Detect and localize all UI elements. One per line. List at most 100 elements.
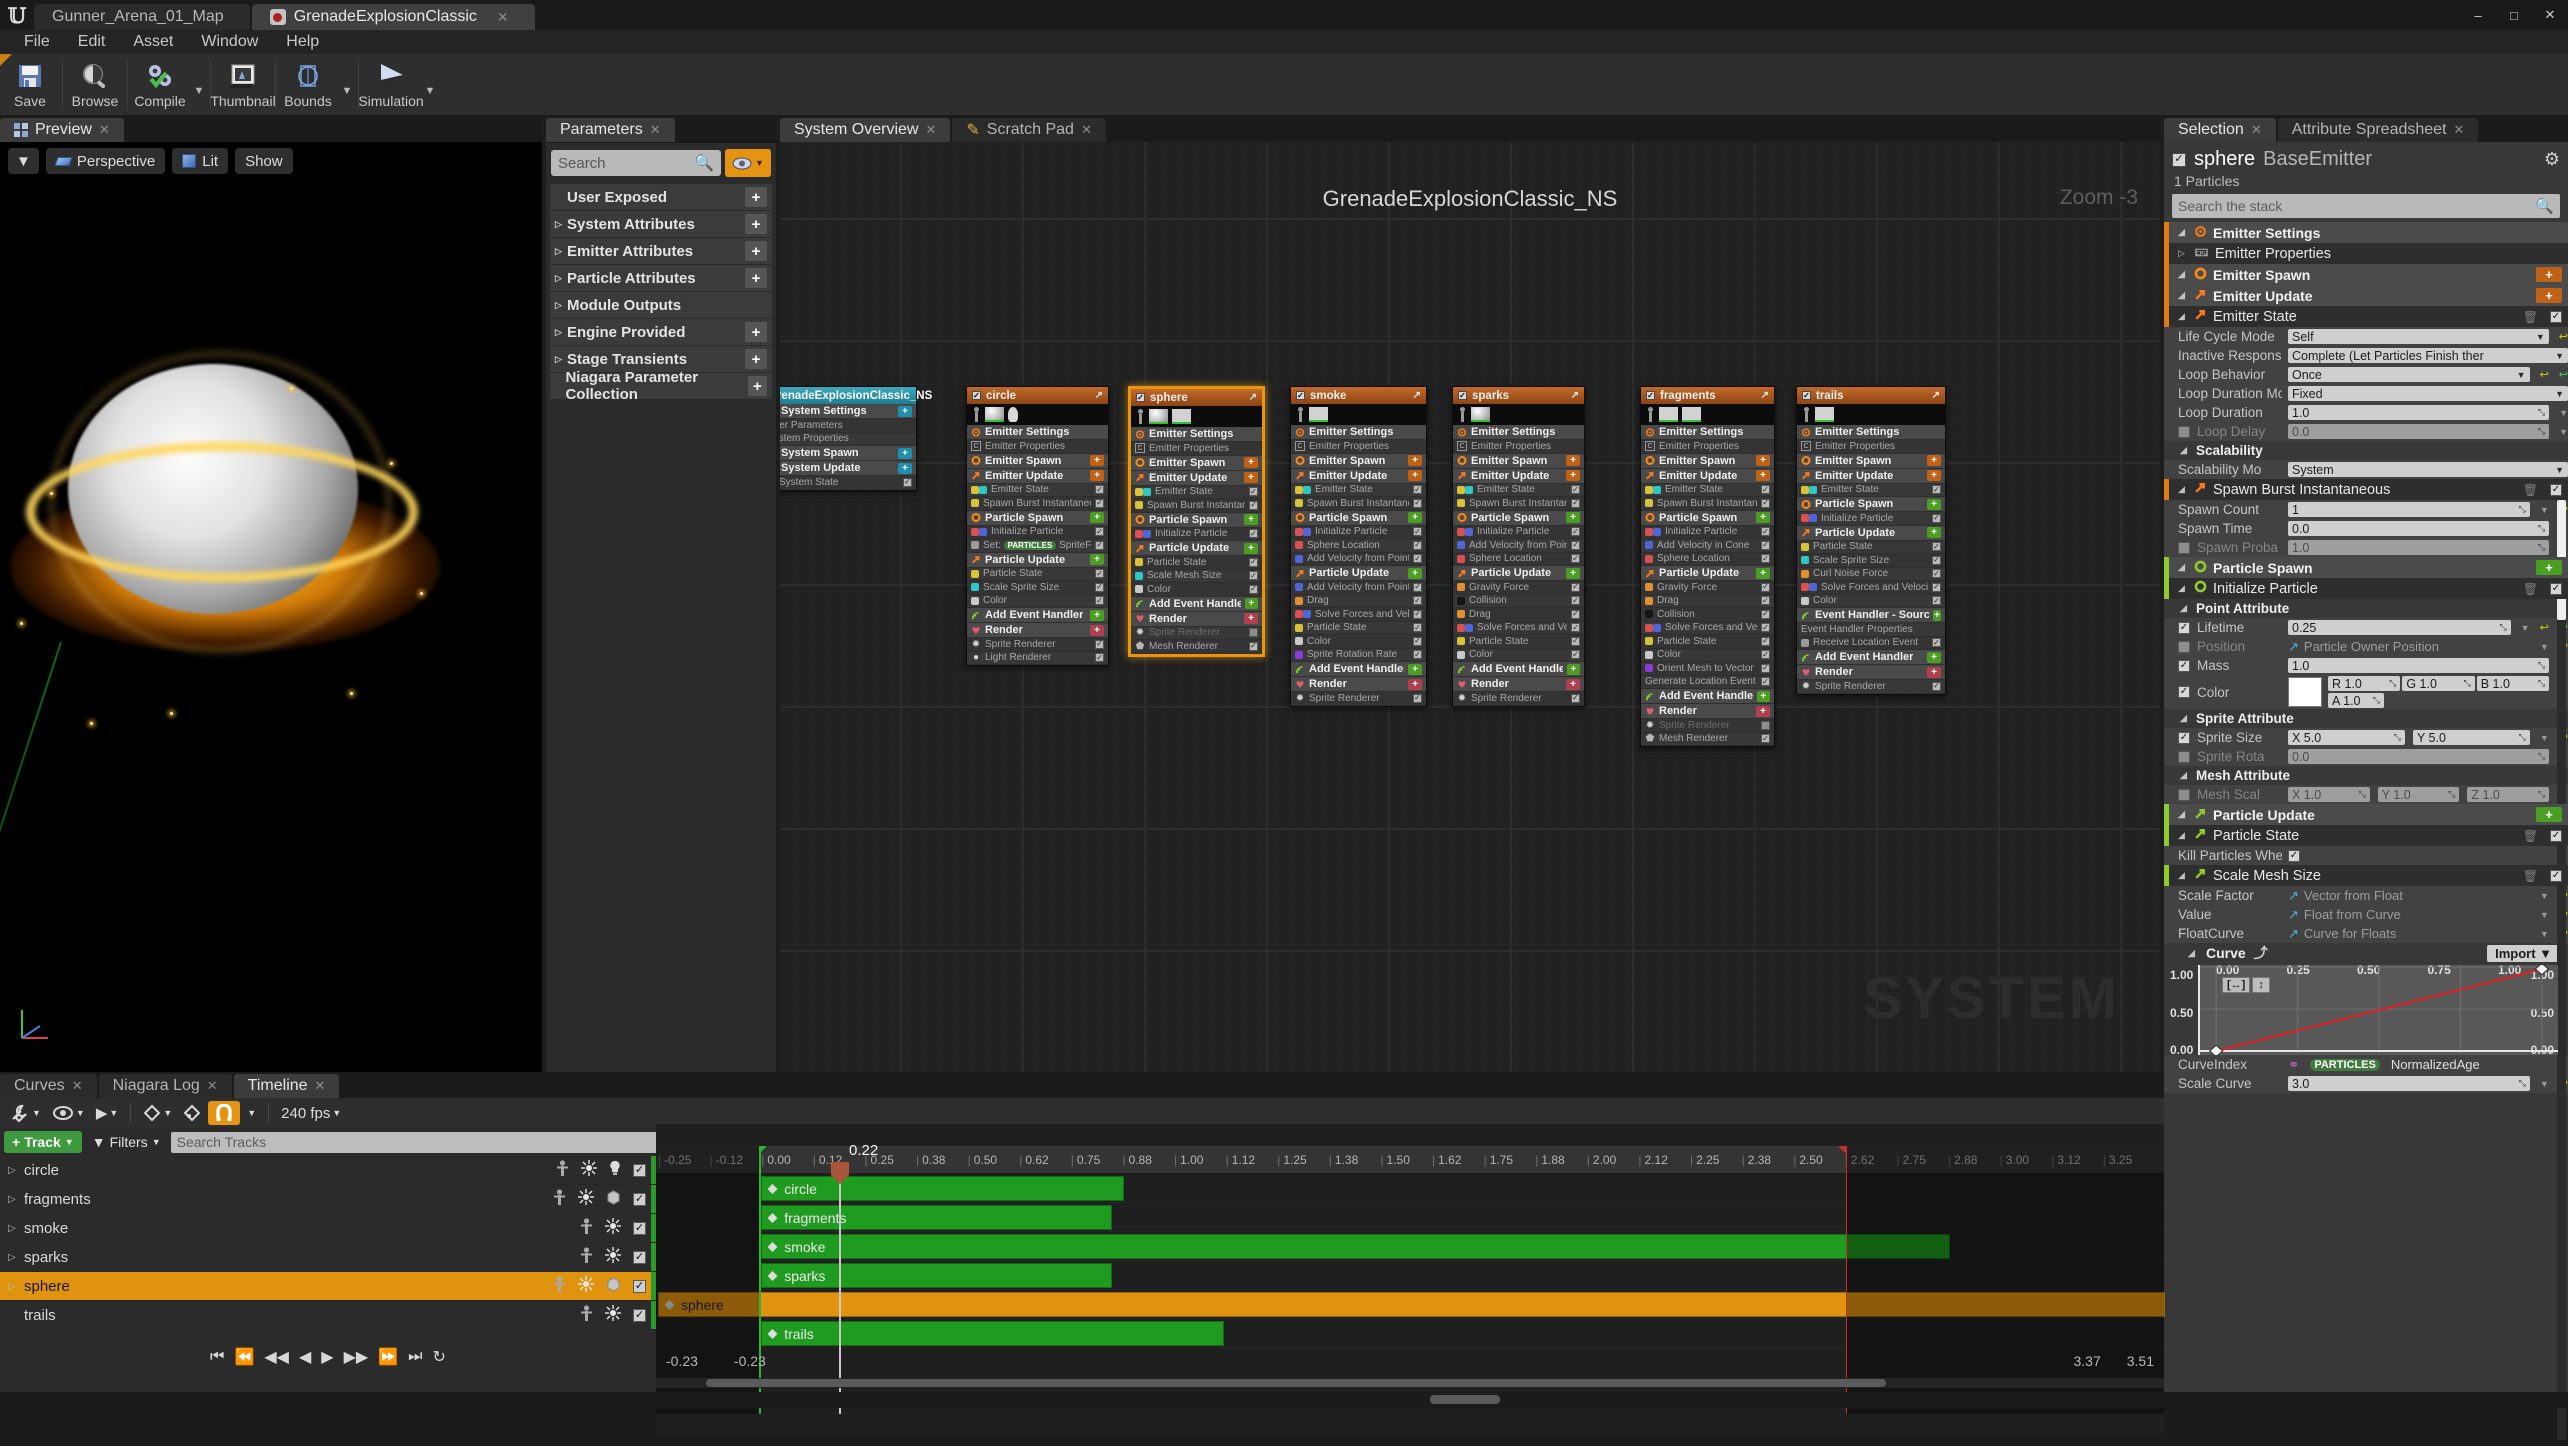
spinner-icon[interactable]: ⤡ bbox=[2519, 1078, 2526, 1089]
stack-module-row[interactable]: System Properties bbox=[780, 432, 916, 446]
timeline-clip-trails[interactable]: trails bbox=[761, 1321, 1224, 1346]
spinner-icon[interactable]: ⤡ bbox=[2538, 407, 2545, 418]
sprite-size-x-input[interactable]: X 5.0 ⤡ bbox=[2288, 730, 2405, 745]
close-icon[interactable]: ✕ bbox=[650, 122, 661, 138]
renderer-thumbnail[interactable] bbox=[1659, 407, 1678, 422]
viewport-show-button[interactable]: Show bbox=[235, 148, 293, 174]
emitter-enable-checkbox[interactable]: ✓ bbox=[1136, 393, 1145, 402]
stack-group-particle-update[interactable]: ◢ Particle Update + bbox=[2164, 804, 2568, 825]
emitter-enable-checkbox[interactable]: ✓ bbox=[1646, 391, 1655, 400]
stack-module-row[interactable]: Color ✓ bbox=[1291, 635, 1426, 649]
add-module-button[interactable]: + bbox=[1408, 663, 1422, 675]
parameter-category-row[interactable]: ▷ Emitter Attributes + bbox=[550, 238, 772, 264]
property-scale-factor[interactable]: Scale Factor↗Vector from Float▼↩ bbox=[2164, 886, 2568, 905]
graph-canvas[interactable]: GrenadeExplosionClassic_NS Zoom -3 SYSTE… bbox=[780, 142, 2160, 1072]
property-dynamic-input[interactable]: ↗ Float from Curve bbox=[2288, 907, 2530, 923]
stack-module-row[interactable]: Add Velocity from Point 001✓ bbox=[1291, 581, 1426, 595]
property-color[interactable]: ✓ColorR 1.0⤡G 1.0⤡B 1.0⤡A 1.0⤡▼ bbox=[2164, 675, 2568, 709]
emitter-node-sphere[interactable]: ✓ sphere ↗ Emitter Settings C Emitter Propert… bbox=[1128, 386, 1265, 657]
stack-group-row[interactable]: Add Event Handler + bbox=[967, 608, 1108, 623]
track-enable-checkbox[interactable]: ✓ bbox=[633, 1192, 646, 1206]
collapse-triangle-icon[interactable]: ◢ bbox=[2180, 445, 2190, 456]
color-a-input[interactable]: A 1.0 ⤡ bbox=[2328, 693, 2384, 708]
timeline-clip-circle[interactable]: circle bbox=[761, 1176, 1125, 1201]
stack-group-row[interactable]: Add Event Handler + bbox=[1641, 689, 1774, 704]
stack-module-row[interactable]: Emitter State ✓ bbox=[1797, 483, 1945, 497]
module-enable-checkbox[interactable]: ✓ bbox=[1761, 609, 1770, 619]
property-loop-duration[interactable]: Loop Duration 1.0 ⤡ ▼ bbox=[2164, 403, 2568, 422]
revert-icon[interactable]: ↩ bbox=[2540, 368, 2549, 381]
close-icon[interactable]: ✕ bbox=[72, 1078, 83, 1094]
property-enable-checkbox[interactable]: ✓ bbox=[2178, 640, 2190, 653]
module-enable-checkbox[interactable]: ✓ bbox=[2550, 310, 2562, 323]
add-module-button[interactable]: + bbox=[1090, 554, 1104, 565]
chevron-down-icon[interactable]: ▼ bbox=[2540, 891, 2549, 901]
stack-module-row[interactable]: Color ✓ bbox=[1797, 594, 1945, 608]
emitter-node-fragments[interactable]: ✓ fragments ↗ Emitter Settings C Emitter Prop… bbox=[1640, 386, 1775, 747]
stack-category-scalability[interactable]: ◢ Scalability bbox=[2164, 441, 2568, 460]
transport-prev-key-button[interactable]: ⏪ bbox=[234, 1347, 254, 1367]
module-enable-checkbox[interactable]: ✓ bbox=[1413, 582, 1422, 592]
module-enable-checkbox[interactable]: ✓ bbox=[1249, 584, 1258, 594]
module-enable-checkbox[interactable]: ✓ bbox=[1095, 540, 1104, 550]
stack-module-row[interactable]: ✹Sprite Renderer✓ bbox=[1291, 692, 1426, 706]
property-spawn-count[interactable]: Spawn Count1⤡▼↩ bbox=[2164, 500, 2568, 519]
stack-group-row[interactable]: Add Event Handler + bbox=[1291, 662, 1426, 677]
module-enable-checkbox[interactable]: ✓ bbox=[1095, 527, 1104, 537]
simulation-button[interactable]: Simulation bbox=[358, 54, 424, 115]
delete-module-icon[interactable]: 🗑 bbox=[2523, 310, 2538, 324]
stack-group-row[interactable]: Particle Update + bbox=[967, 552, 1108, 568]
node-header[interactable]: ✓ trails ↗ bbox=[1797, 387, 1945, 404]
menu-item-asset[interactable]: Asset bbox=[119, 33, 187, 51]
module-enable-checkbox[interactable]: ✓ bbox=[1761, 623, 1770, 633]
close-icon[interactable]: ✕ bbox=[2251, 122, 2262, 138]
module-enable-checkbox[interactable]: ✓ bbox=[1413, 636, 1422, 646]
stack-group-row[interactable]: Emitter Settings bbox=[1291, 425, 1426, 440]
filters-button[interactable]: ▼ Filters ▼ bbox=[86, 1134, 167, 1150]
property-select[interactable]: Fixed ▼ bbox=[2288, 386, 2568, 401]
stack-module-row[interactable]: Particle State ✓ bbox=[1797, 540, 1945, 554]
stack-group-row[interactable]: Particle Spawn + bbox=[1131, 512, 1262, 528]
add-module-button[interactable]: + bbox=[898, 405, 912, 417]
stack-module-row[interactable]: Initialize Particle ✓ bbox=[1291, 525, 1426, 539]
add-module-button[interactable]: + bbox=[1408, 512, 1422, 523]
bounds-dropdown-chevron-down-icon[interactable]: ▼ bbox=[338, 54, 356, 115]
transport-step-forward-button[interactable]: ▶▶ bbox=[344, 1347, 369, 1367]
timeline-clip-sparks[interactable]: sparks bbox=[761, 1263, 1113, 1288]
renderer-thumbnail[interactable] bbox=[1471, 407, 1490, 422]
parameters-visibility-button[interactable]: ▼ bbox=[725, 149, 771, 177]
stack-group-row[interactable]: Emitter Update + bbox=[1291, 468, 1426, 484]
color-swatch[interactable] bbox=[2288, 677, 2322, 707]
spinner-icon[interactable]: ⤡ bbox=[2538, 660, 2545, 671]
stack-module-row[interactable]: ✹Sprite Renderer✓ bbox=[1641, 719, 1774, 733]
stack-group-row[interactable]: Emitter Spawn + bbox=[1131, 455, 1262, 471]
emitter-enable-checkbox[interactable]: ✓ bbox=[2172, 152, 2186, 167]
emitter-enable-checkbox[interactable]: ✓ bbox=[1458, 391, 1467, 400]
clip-key-icon[interactable] bbox=[767, 1241, 778, 1252]
close-window-button[interactable]: ✕ bbox=[2532, 2, 2568, 28]
add-module-button[interactable]: + bbox=[1244, 542, 1258, 554]
viewport-perspective-button[interactable]: Perspective bbox=[45, 148, 166, 174]
viewport-canvas[interactable]: ▼ Perspective Lit Show bbox=[0, 142, 542, 1072]
stack-module-row[interactable]: Particle State ✓ bbox=[1291, 621, 1426, 635]
stack-module-row[interactable]: Add Velocity in Cone ✓ bbox=[1641, 539, 1774, 553]
curve-import-button[interactable]: Import ▼ bbox=[2487, 944, 2560, 962]
viewport-lit-button[interactable]: Lit bbox=[172, 148, 229, 174]
delete-module-icon[interactable]: 🗑 bbox=[2523, 869, 2538, 883]
module-enable-checkbox[interactable]: ✓ bbox=[1413, 650, 1422, 660]
stack-group-row[interactable]: Emitter Settings bbox=[1453, 425, 1584, 440]
node-header[interactable]: ✓ circle ↗ bbox=[967, 387, 1108, 404]
expand-triangle-icon[interactable]: ▷ bbox=[8, 1194, 24, 1205]
open-emitter-icon[interactable]: ↗ bbox=[1095, 390, 1103, 401]
module-enable-checkbox[interactable]: ✓ bbox=[1413, 485, 1422, 495]
tab-attribute-spreadsheet[interactable]: Attribute Spreadsheet ✕ bbox=[2277, 118, 2479, 142]
module-enable-checkbox[interactable]: ✓ bbox=[1761, 498, 1770, 508]
add-parameter-button[interactable]: + bbox=[745, 322, 767, 342]
timeline-eye-button[interactable]: ▼ bbox=[48, 1101, 89, 1125]
module-enable-checkbox[interactable]: ✓ bbox=[1932, 555, 1941, 565]
add-module-button[interactable]: + bbox=[1927, 651, 1941, 663]
collapse-triangle-icon[interactable]: ◢ bbox=[2180, 603, 2190, 614]
clip-key-icon[interactable] bbox=[767, 1270, 778, 1281]
module-enable-checkbox[interactable]: ✓ bbox=[1761, 677, 1770, 687]
module-enable-checkbox[interactable]: ✓ bbox=[1761, 636, 1770, 646]
